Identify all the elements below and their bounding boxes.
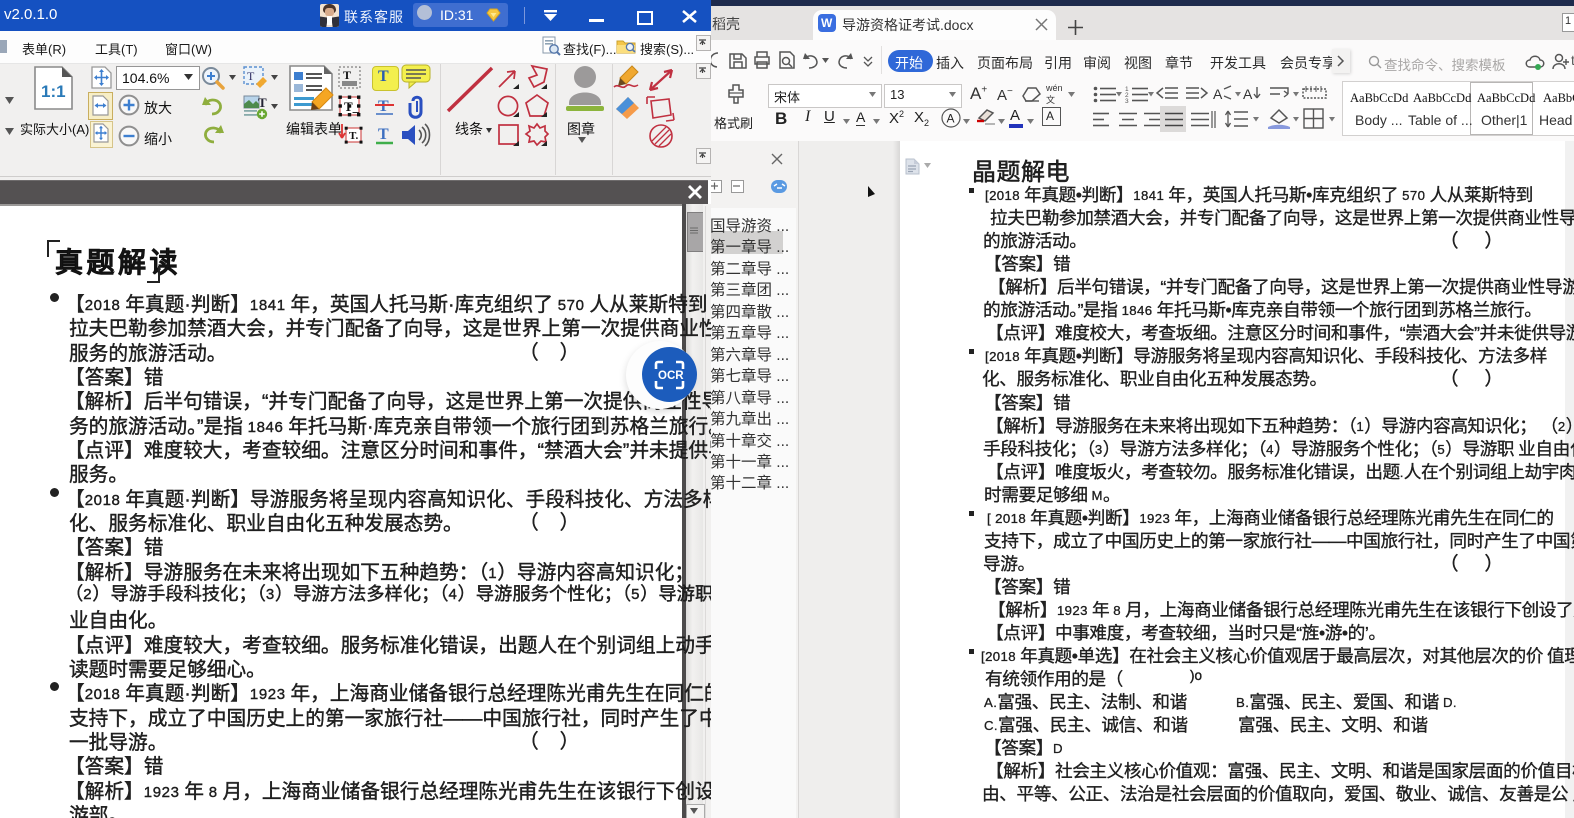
svg-text:OCR: OCR (658, 370, 684, 382)
svg-text:1:1: 1:1 (41, 82, 66, 101)
svg-text:T: T (258, 95, 267, 110)
svg-text:T: T (378, 126, 389, 143)
svg-text:3: 3 (1125, 98, 1129, 105)
svg-text:T.: T. (349, 130, 359, 142)
svg-text:A: A (947, 112, 955, 126)
svg-text:A: A (1243, 86, 1253, 102)
svg-text:T: T (343, 68, 351, 82)
svg-text:T: T (247, 69, 255, 83)
svg-text:A: A (1213, 86, 1223, 102)
svg-text:T: T (378, 98, 389, 115)
